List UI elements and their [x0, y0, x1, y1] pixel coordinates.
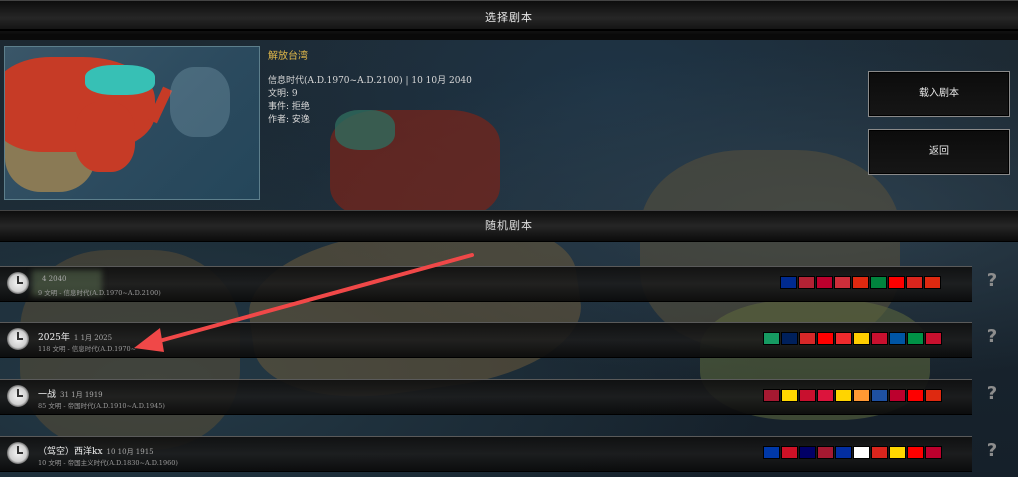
flag-icon — [816, 276, 833, 289]
flag-icon — [889, 389, 906, 402]
flag-icon — [853, 332, 870, 345]
flag-icon — [799, 332, 816, 345]
scenario-era: 信息时代(A.D.1970~A.D.2100) | 10 10月 2040 — [268, 76, 472, 86]
page-title-bar: 选择剧本 — [0, 0, 1018, 36]
help-icon[interactable]: ? — [972, 383, 1012, 404]
clock-icon — [7, 272, 29, 294]
scenario-row[interactable]: 4 2040 9 文明 - 信息时代(A.D.1970~A.D.2100) — [0, 266, 972, 302]
scenario-row-subtitle: 9 文明 - 信息时代(A.D.1970~A.D.2100) — [38, 289, 161, 297]
flag-icon — [817, 389, 834, 402]
scenario-civs: 文明: 9 — [268, 89, 298, 99]
scenario-events: 事件: 拒绝 — [268, 102, 310, 112]
flag-icon — [817, 332, 834, 345]
clock-icon — [7, 385, 29, 407]
flag-icon — [780, 276, 797, 289]
flag-icon — [835, 389, 852, 402]
flag-list — [763, 389, 942, 403]
load-scenario-button[interactable]: 载入剧本 — [868, 71, 1010, 117]
scenario-row-date: 31 1月 1919 — [60, 391, 103, 399]
help-icon[interactable]: ? — [972, 440, 1012, 461]
scenario-row-name: （驾空）西洋kx — [38, 447, 103, 457]
flag-icon — [781, 446, 798, 459]
flag-icon — [835, 446, 852, 459]
page-title: 选择剧本 — [485, 11, 533, 24]
flag-icon — [907, 332, 924, 345]
scenario-minimap — [4, 46, 260, 200]
flag-list — [780, 276, 941, 290]
flag-list — [763, 446, 942, 460]
scenario-row[interactable]: 一战 31 1月 1919 85 文明 - 帝国时代(A.D.1910~A.D.1… — [0, 379, 972, 415]
scenario-row[interactable]: 2025年 1 1月 2025 118 文明 - 信息时代(A.D.1970~ — [0, 322, 972, 358]
flag-icon — [853, 446, 870, 459]
clock-icon — [7, 328, 29, 350]
scenario-row-name: 一战 — [38, 390, 57, 400]
flag-icon — [889, 332, 906, 345]
flag-icon — [763, 389, 780, 402]
flag-icon — [799, 389, 816, 402]
random-scenario-bar: 随机剧本 — [0, 210, 1018, 242]
flag-icon — [835, 332, 852, 345]
scenario-row-subtitle: 118 文明 - 信息时代(A.D.1970~ — [38, 345, 137, 353]
flag-icon — [763, 446, 780, 459]
flag-icon — [925, 332, 942, 345]
scenario-author: 作者: 安逸 — [268, 115, 310, 125]
flag-icon — [798, 276, 815, 289]
flag-icon — [870, 276, 887, 289]
scenario-info-panel: 解放台湾 信息时代(A.D.1970~A.D.2100) | 10 10月 20… — [268, 50, 472, 127]
scenario-row-name: 2025年 — [38, 333, 70, 343]
flag-icon — [799, 446, 816, 459]
flag-icon — [889, 446, 906, 459]
flag-icon — [906, 276, 923, 289]
scenario-row-date: 4 2040 — [42, 275, 67, 283]
flag-icon — [853, 389, 870, 402]
flag-icon — [888, 276, 905, 289]
scenario-row-subtitle: 85 文明 - 帝国时代(A.D.1910~A.D.1945) — [38, 402, 165, 410]
flag-icon — [781, 389, 798, 402]
scenario-row-date: 10 10月 1915 — [106, 448, 154, 456]
flag-icon — [925, 446, 942, 459]
flag-icon — [924, 276, 941, 289]
clock-icon — [7, 442, 29, 464]
back-button[interactable]: 返回 — [868, 129, 1010, 175]
flag-icon — [871, 446, 888, 459]
scenario-row-subtitle: 10 文明 - 帝国主义时代(A.D.1830~A.D.1960) — [38, 459, 178, 467]
help-icon[interactable]: ? — [972, 270, 1012, 291]
help-icon[interactable]: ? — [972, 326, 1012, 347]
flag-icon — [834, 276, 851, 289]
flag-icon — [907, 446, 924, 459]
flag-icon — [871, 389, 888, 402]
scenario-row-date: 1 1月 2025 — [73, 334, 113, 342]
flag-icon — [781, 332, 798, 345]
flag-icon — [871, 332, 888, 345]
flag-list — [763, 332, 942, 346]
scenario-row[interactable]: （驾空）西洋kx 10 10月 1915 10 文明 - 帝国主义时代(A.D.1… — [0, 436, 972, 472]
flag-icon — [817, 446, 834, 459]
section-title: 随机剧本 — [485, 219, 533, 232]
scenario-name: 解放台湾 — [268, 51, 308, 62]
header-divider — [0, 34, 1018, 40]
flag-icon — [925, 389, 942, 402]
flag-icon — [763, 332, 780, 345]
flag-icon — [907, 389, 924, 402]
flag-icon — [852, 276, 869, 289]
